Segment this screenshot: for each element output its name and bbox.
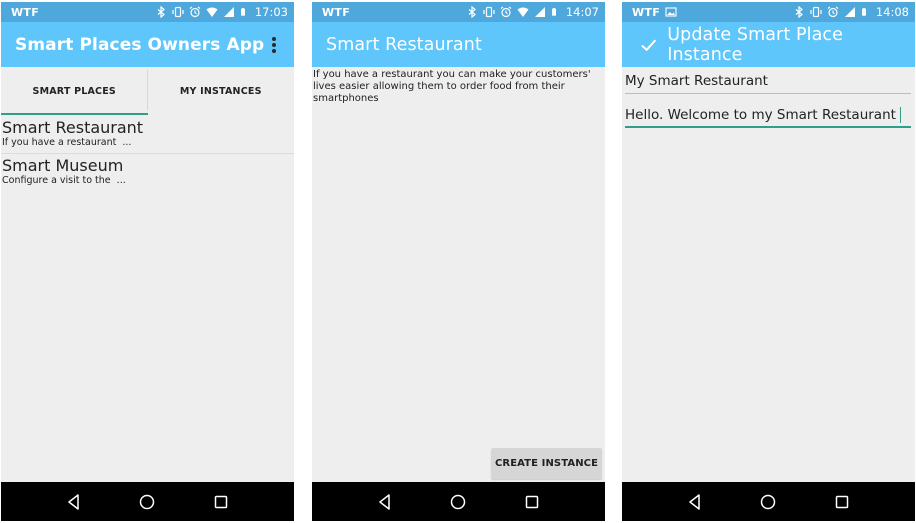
app-bar: Smart Places Owners App — [1, 22, 294, 67]
image-notification-icon — [665, 7, 677, 17]
app-bar: Update Smart Place Instance — [622, 22, 915, 67]
app-bar: Smart Restaurant — [312, 22, 605, 67]
tab-smart-places[interactable]: SMART PLACES — [1, 67, 148, 115]
signal-icon — [223, 7, 234, 17]
status-icons: 17:03 — [155, 5, 288, 19]
list-item-smart-restaurant[interactable]: Smart Restaurant If you have a restauran… — [1, 116, 294, 153]
phone-screen-update-instance: WTF 14:08 Update Smart Place Instance My… — [622, 2, 915, 521]
app-title: Smart Restaurant — [326, 34, 482, 55]
smart-places-list: Smart Restaurant If you have a restauran… — [1, 116, 294, 191]
status-time: 14:07 — [565, 5, 599, 19]
carrier-label: WTF — [322, 5, 351, 19]
instance-name-field[interactable]: My Smart Restaurant — [625, 68, 911, 94]
app-title: Update Smart Place Instance — [667, 24, 844, 65]
alarm-icon — [827, 6, 839, 18]
list-item-title: Smart Museum — [2, 156, 124, 175]
carrier-text: WTF — [632, 5, 661, 19]
nav-bar — [622, 482, 915, 521]
field-underline — [625, 93, 911, 94]
vibrate-icon — [810, 6, 822, 18]
home-icon[interactable] — [757, 491, 779, 513]
status-time: 17:03 — [254, 5, 288, 19]
wifi-icon — [206, 7, 218, 17]
field-value: Hello. Welcome to my Smart Restaurant — [625, 107, 896, 123]
tab-my-instances[interactable]: MY INSTANCES — [148, 67, 295, 115]
status-bar: WTF 14:08 — [622, 2, 915, 22]
bluetooth-icon — [157, 6, 165, 18]
create-instance-button[interactable]: CREATE INSTANCE — [491, 448, 602, 479]
status-bar: WTF 17:03 — [1, 2, 294, 22]
battery-icon — [551, 8, 556, 16]
nav-bar — [312, 482, 605, 521]
vibrate-icon — [483, 6, 495, 18]
status-time: 14:08 — [875, 5, 909, 19]
alarm-icon — [189, 6, 201, 18]
wifi-icon — [517, 7, 529, 17]
back-icon[interactable] — [684, 491, 706, 513]
check-icon[interactable] — [638, 34, 659, 56]
home-icon[interactable] — [447, 491, 469, 513]
bluetooth-icon — [468, 6, 476, 18]
vibrate-icon — [172, 6, 184, 18]
more-vert-icon[interactable] — [266, 34, 282, 56]
tab-label: MY INSTANCES — [179, 85, 262, 97]
recents-icon[interactable] — [831, 491, 853, 513]
battery-icon — [861, 8, 866, 16]
phone-screen-smart-places: WTF 17:03 Smart Places Owners App SMART … — [1, 2, 294, 521]
tab-divider — [147, 70, 148, 110]
list-item-smart-museum[interactable]: Smart Museum Configure a visit to the ..… — [1, 154, 294, 191]
field-value: My Smart Restaurant — [625, 73, 768, 89]
battery-icon — [240, 8, 245, 16]
place-description: If you have a restaurant you can make yo… — [313, 69, 591, 104]
signal-icon — [534, 7, 545, 17]
list-item-subtitle: Configure a visit to the ... — [2, 175, 126, 186]
home-icon[interactable] — [136, 491, 158, 513]
list-item-title: Smart Restaurant — [2, 118, 144, 137]
carrier-label: WTF — [11, 5, 40, 19]
back-icon[interactable] — [374, 491, 396, 513]
recents-icon[interactable] — [210, 491, 232, 513]
phone-screen-smart-restaurant: WTF 14:07 Smart Restaurant If you have a… — [312, 2, 605, 521]
recents-icon[interactable] — [521, 491, 543, 513]
text-cursor — [899, 107, 902, 123]
status-icons: 14:07 — [466, 5, 599, 19]
alarm-icon — [500, 6, 512, 18]
back-icon[interactable] — [63, 491, 85, 513]
tab-label: SMART PLACES — [32, 85, 116, 97]
carrier-label: WTF — [632, 6, 677, 19]
app-title: Smart Places Owners App — [15, 34, 265, 55]
instance-message-field[interactable]: Hello. Welcome to my Smart Restaurant — [625, 102, 911, 128]
status-icons: 14:08 — [793, 5, 909, 19]
status-bar: WTF 14:07 — [312, 2, 605, 22]
field-underline — [625, 126, 911, 128]
signal-icon — [844, 7, 855, 17]
bluetooth-icon — [795, 6, 803, 18]
list-item-subtitle: If you have a restaurant ... — [2, 137, 132, 148]
nav-bar — [1, 482, 294, 521]
